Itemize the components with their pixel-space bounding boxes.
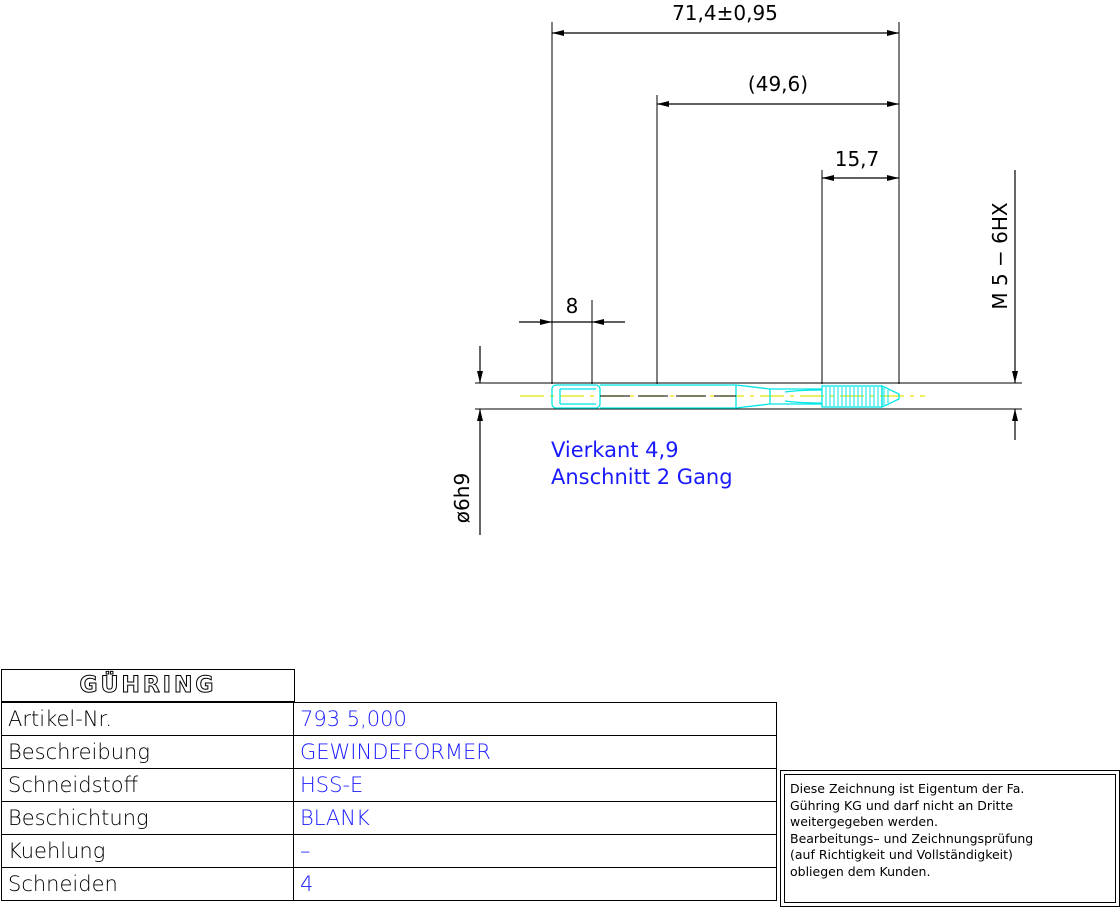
table-row: Schneiden 4 [1, 867, 777, 901]
table-row: Artikel-Nr. 793 5,000 [1, 702, 777, 736]
square-length-label: 8 [566, 294, 579, 318]
notice-line: Diese Zeichnung ist Eigentum der Fa. [790, 781, 1025, 796]
row-label-coating: Beschichtung [1, 801, 294, 835]
technical-drawing: 71,4±0,95 (49,6) 15,7 8 M 5 − 6HX ø6h9 V… [450, 1, 1022, 535]
copyright-notice: Diese Zeichnung ist Eigentum der Fa. Güh… [780, 770, 1120, 907]
notice-line: (auf Richtigkeit und Vollständigkeit) [790, 847, 1013, 862]
thread-spec-label: M 5 − 6HX [988, 202, 1012, 310]
row-label-article: Artikel-Nr. [1, 702, 294, 736]
row-value-coating: BLANK [293, 801, 777, 835]
table-row: Beschichtung BLANK [1, 801, 777, 835]
logo-cell: GÜHRING [1, 669, 295, 702]
row-value-material: HSS-E [293, 768, 777, 802]
annotation-chamfer: Anschnitt 2 Gang [551, 465, 733, 489]
row-value-flutes: 4 [293, 867, 777, 901]
row-label-description: Beschreibung [1, 735, 294, 769]
copyright-notice-text: Diese Zeichnung ist Eigentum der Fa. Güh… [784, 774, 1116, 903]
row-label-cooling: Kuehlung [1, 834, 294, 868]
table-row: Kuehlung – [1, 834, 777, 868]
shank-length-label: (49,6) [748, 72, 808, 96]
row-value-article: 793 5,000 [293, 702, 777, 736]
row-label-flutes: Schneiden [1, 867, 294, 901]
overall-length-label: 71,4±0,95 [672, 1, 778, 25]
row-value-cooling: – [293, 834, 777, 868]
row-label-material: Schneidstoff [1, 768, 294, 802]
notice-line: Gühring KG und darf nicht an Dritte [790, 797, 1014, 813]
notice-line: obliegen dem Kunden. [790, 863, 931, 879]
guehring-logo: GÜHRING [79, 673, 217, 699]
annotation-square: Vierkant 4,9 [551, 438, 679, 462]
notice-line: Bearbeitungs– und Zeichnungsprüfung [790, 830, 1034, 846]
shank-diameter-label: ø6h9 [450, 473, 474, 523]
thread-length-label: 15,7 [835, 147, 880, 171]
title-block-table: Artikel-Nr. 793 5,000 Beschreibung GEWIN… [1, 702, 777, 901]
row-value-description: GEWINDEFORMER [293, 735, 777, 769]
table-row: Schneidstoff HSS-E [1, 768, 777, 802]
table-row: Beschreibung GEWINDEFORMER [1, 735, 777, 769]
notice-line: weitergegeben werden. [790, 814, 939, 829]
